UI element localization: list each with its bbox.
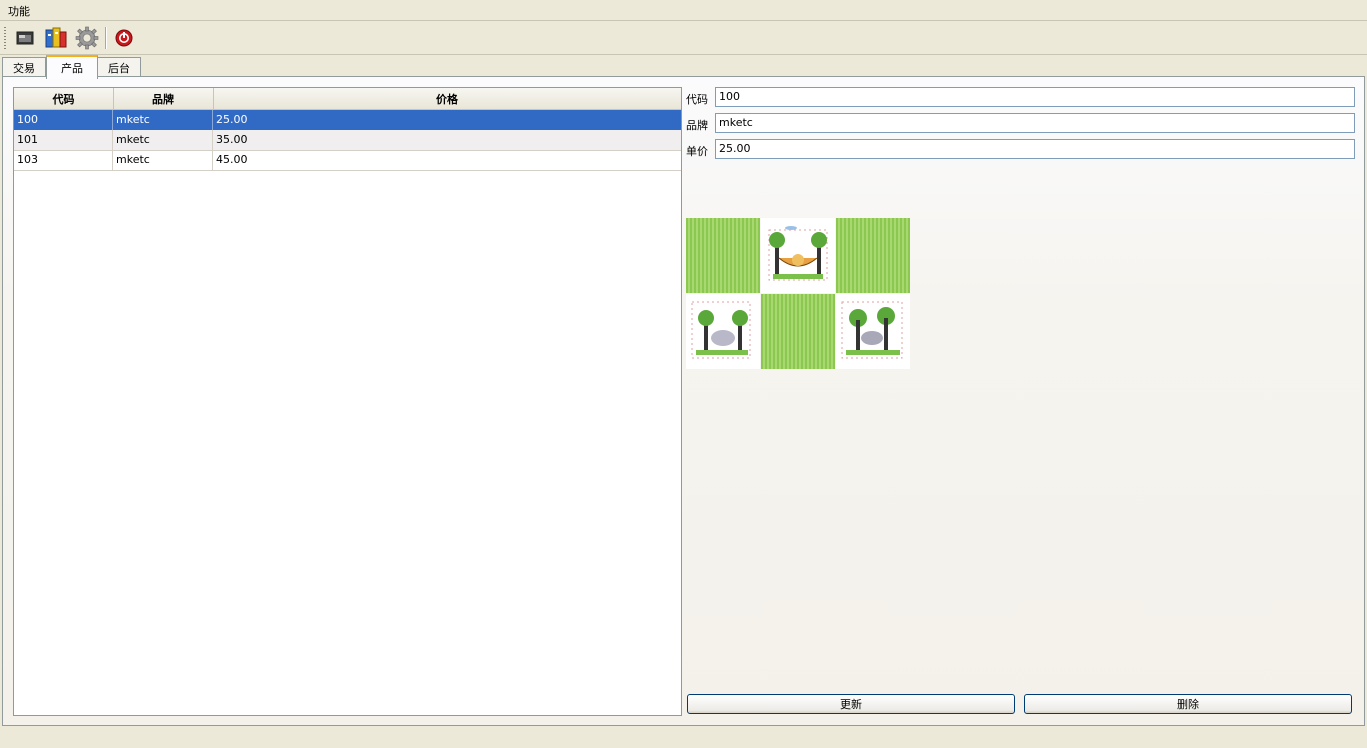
toolbar-separator — [105, 27, 107, 49]
update-button[interactable]: 更新 — [687, 694, 1015, 714]
books-button[interactable] — [43, 25, 69, 51]
window-icon — [16, 31, 34, 45]
column-header-price[interactable]: 价格 — [213, 88, 681, 109]
cell-code: 100 — [14, 110, 113, 130]
price-field[interactable]: 25.00 — [715, 139, 1355, 159]
image-tile — [686, 294, 760, 369]
delete-button[interactable]: 删除 — [1024, 694, 1352, 714]
power-icon — [115, 29, 133, 47]
product-table[interactable]: 代码 品牌 价格 100 mketc 25.00 101 mketc 35.00… — [13, 87, 682, 716]
books-icon — [45, 27, 67, 48]
table-header: 代码 品牌 价格 — [14, 88, 681, 110]
code-field[interactable]: 100 — [715, 87, 1355, 107]
table-row[interactable]: 101 mketc 35.00 — [14, 130, 681, 151]
cell-brand: mketc — [113, 150, 213, 170]
menu-bar: 功能 — [0, 0, 1367, 21]
cell-brand: mketc — [113, 110, 213, 130]
image-tile — [761, 294, 835, 369]
power-button[interactable] — [111, 25, 137, 51]
cell-price: 45.00 — [216, 153, 248, 166]
brand-label: 品牌 — [686, 119, 708, 132]
cell-brand: mketc — [113, 130, 213, 150]
column-header-brand[interactable]: 品牌 — [113, 88, 214, 109]
delete-button-label: 删除 — [1177, 698, 1199, 711]
update-button-label: 更新 — [840, 698, 862, 711]
tab-label: 产品 — [61, 62, 83, 75]
toolbar — [0, 21, 1367, 55]
products-panel: 代码 品牌 价格 100 mketc 25.00 101 mketc 35.00… — [2, 76, 1365, 726]
window-button[interactable] — [12, 25, 38, 51]
column-header-code[interactable]: 代码 — [14, 88, 114, 109]
tab-backend[interactable]: 后台 — [97, 57, 141, 77]
code-label: 代码 — [686, 93, 708, 106]
cell-price: 35.00 — [216, 133, 248, 146]
toolbar-grip[interactable] — [4, 27, 6, 49]
cell-price: 25.00 — [216, 113, 248, 126]
product-image — [686, 218, 911, 371]
menu-item-functions[interactable]: 功能 — [8, 3, 30, 19]
image-tile — [761, 218, 835, 293]
settings-button[interactable] — [74, 25, 100, 51]
table-row[interactable]: 103 mketc 45.00 — [14, 150, 681, 171]
image-tile — [836, 218, 910, 293]
tab-trading[interactable]: 交易 — [2, 57, 46, 77]
image-tile — [836, 294, 910, 369]
price-label: 单价 — [686, 145, 708, 158]
tab-products[interactable]: 产品 — [46, 55, 98, 79]
tab-label: 交易 — [13, 61, 35, 75]
cell-code: 103 — [14, 150, 113, 170]
tab-label: 后台 — [108, 61, 130, 75]
image-tile — [686, 218, 760, 293]
brand-field[interactable]: mketc — [715, 113, 1355, 133]
cell-code: 101 — [14, 130, 113, 150]
table-row[interactable]: 100 mketc 25.00 — [14, 110, 681, 131]
gear-icon — [75, 26, 99, 50]
